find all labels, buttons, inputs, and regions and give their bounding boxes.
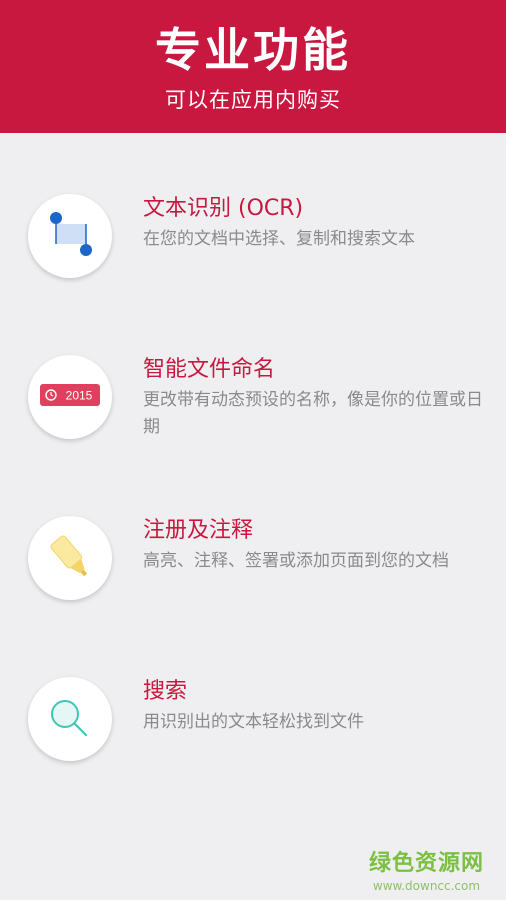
feature-annotate: 注册及注释 高亮、注释、签署或添加页面到您的文档 [0,516,506,616]
ocr-select-icon [28,194,112,278]
page-title: 专业功能 [155,23,351,77]
feature-search: 搜索 用识别出的文本轻松找到文件 [0,677,506,777]
date-badge-text: 2015 [66,389,93,403]
feature-smart-naming: 2015 智能文件命名 更改带有动态预设的名称，像是你的位置或日期 [0,355,506,455]
feature-title: 文本识别 (OCR) [143,196,304,221]
page-subtitle: 可以在应用内购买 [165,88,341,112]
feature-title: 注册及注释 [143,518,254,543]
watermark: 绿色资源网 www.downcc.com [369,845,484,893]
header-banner: 专业功能 可以在应用内购买 [0,0,506,133]
feature-ocr: 文本识别 (OCR) 在您的文档中选择、复制和搜索文本 [0,194,506,294]
feature-description: 更改带有动态预设的名称，像是你的位置或日期 [143,390,483,437]
feature-title: 智能文件命名 [143,357,276,382]
search-icon [28,677,112,761]
highlighter-icon [28,516,112,600]
date-stamp-icon: 2015 [28,355,112,439]
feature-description: 用识别出的文本轻松找到文件 [143,712,364,732]
watermark-logo: 绿色资源网 [368,851,484,876]
feature-description: 在您的文档中选择、复制和搜索文本 [143,229,415,249]
feature-title: 搜索 [143,679,188,704]
watermark-url: www.downcc.com [372,879,481,893]
feature-description: 高亮、注释、签署或添加页面到您的文档 [143,551,449,571]
